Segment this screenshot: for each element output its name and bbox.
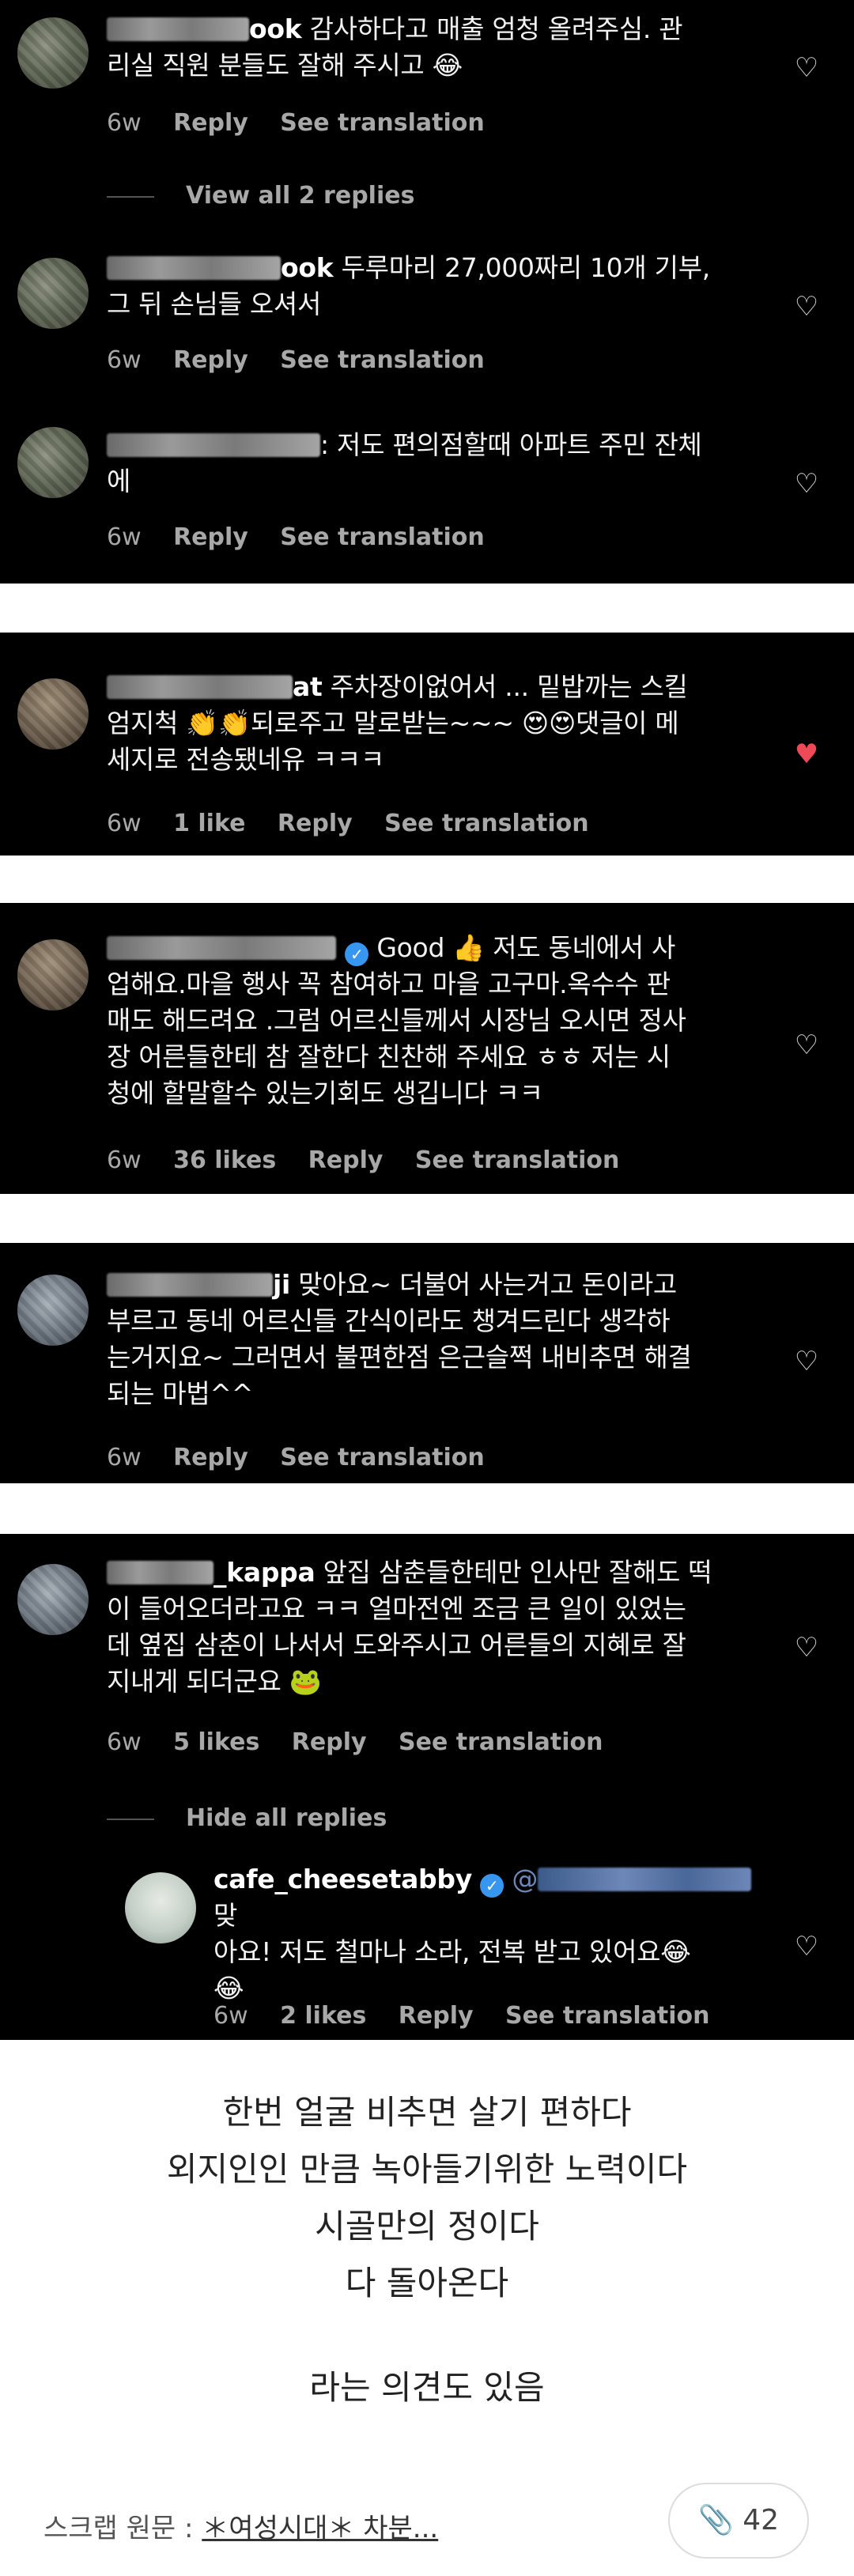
heart-filled-icon[interactable]: ♥ bbox=[791, 738, 822, 770]
comment-block-4: ji 맞아요~ 더불어 사는거고 돈이라고 부르고 동네 어르신들 간식이라도 … bbox=[0, 1243, 854, 1483]
avatar[interactable] bbox=[17, 1275, 89, 1346]
avatar[interactable] bbox=[17, 1564, 89, 1635]
comment-username[interactable]: ook bbox=[107, 13, 302, 44]
post-footer: 스크랩 원문 : ＊여성시대＊ 차분... 📎 42 bbox=[0, 2483, 854, 2570]
comment-age: 6w bbox=[107, 109, 142, 137]
comment-username[interactable]: _kappa bbox=[107, 1557, 316, 1588]
comment-meta: 6w 36 likes Reply See translation bbox=[107, 1145, 643, 1177]
heart-icon[interactable]: ♡ bbox=[791, 1632, 822, 1664]
thread-line bbox=[107, 195, 154, 198]
comment-meta: 6w Reply See translation bbox=[107, 1442, 508, 1474]
comment-username[interactable]: ji bbox=[107, 1269, 290, 1300]
comment-block-1: ook 감사하다고 매출 엄청 올려주심. 관 리실 직원 분들도 잘해 주시고… bbox=[0, 0, 854, 584]
avatar[interactable] bbox=[17, 427, 89, 498]
article-body: 한번 얼굴 비추면 살기 편하다 외지인인 만큼 녹아들기위한 노력이다 시골만… bbox=[0, 2038, 854, 2416]
reply-meta: 6w 2 likes Reply See translation bbox=[214, 2000, 733, 2032]
avatar[interactable] bbox=[17, 939, 89, 1010]
see-translation-button[interactable]: See translation bbox=[280, 1444, 484, 1471]
heart-icon[interactable]: ♡ bbox=[791, 468, 822, 500]
comment-age: 6w bbox=[214, 2002, 248, 2030]
reply-button[interactable]: Reply bbox=[308, 1146, 384, 1174]
article-line: 시골만의 정이다 bbox=[315, 2207, 539, 2246]
comment-age: 6w bbox=[107, 1444, 142, 1471]
paperclip-icon: 📎 bbox=[697, 2504, 734, 2536]
comment-meta: 6w Reply See translation bbox=[107, 522, 508, 553]
likes-count[interactable]: 36 likes bbox=[173, 1146, 276, 1174]
reply-button[interactable]: Reply bbox=[173, 109, 248, 137]
thread-line bbox=[107, 1818, 154, 1820]
see-translation-button[interactable]: See translation bbox=[384, 810, 588, 837]
view-replies-button[interactable]: View all 2 replies bbox=[107, 180, 414, 212]
see-translation-button[interactable]: See translation bbox=[280, 523, 484, 551]
comment-meta: 6w 1 like Reply See translation bbox=[107, 808, 613, 840]
heart-icon[interactable]: ♡ bbox=[791, 1346, 822, 1377]
scrap-count: 42 bbox=[743, 2504, 780, 2536]
comment-text: _kappa 앞집 삼춘들한테만 인사만 잘해도 떡 이 들어오더라고요 ㅋㅋ … bbox=[107, 1557, 712, 1697]
comment-meta: 6w 5 likes Reply See translation bbox=[107, 1727, 626, 1758]
see-translation-button[interactable]: See translation bbox=[280, 109, 484, 137]
article-line: 한번 얼굴 비추면 살기 편하다 bbox=[222, 2093, 632, 2132]
avatar[interactable] bbox=[17, 17, 89, 89]
comment-username[interactable]: ook bbox=[107, 252, 334, 283]
reply-text: cafe_cheesetabby ✓ @ 맞 아요! 저도 철마나 소라, 전복… bbox=[214, 1861, 767, 2007]
likes-count[interactable]: 1 like bbox=[173, 810, 245, 837]
avatar[interactable] bbox=[125, 1872, 196, 1943]
reply-button[interactable]: Reply bbox=[173, 1444, 248, 1471]
comment-username[interactable]: at bbox=[107, 671, 323, 702]
comment-text: ook 감사하다고 매출 엄청 올려주심. 관 리실 직원 분들도 잘해 주시고… bbox=[107, 13, 683, 81]
comment-meta: 6w Reply See translation bbox=[107, 345, 508, 376]
scrap-count-button[interactable]: 📎 42 bbox=[668, 2483, 809, 2559]
comment-text: ✓ Good 👍 저도 동네에서 사 업해요.마을 행사 꼭 참여하고 마을 고… bbox=[107, 932, 686, 1109]
comment-block-5: _kappa 앞집 삼춘들한테만 인사만 잘해도 떡 이 들어오더라고요 ㅋㅋ … bbox=[0, 1534, 854, 2040]
comment-age: 6w bbox=[107, 523, 142, 551]
scrap-link[interactable]: ＊여성시대＊ 차분... bbox=[202, 2513, 438, 2544]
comment-age: 6w bbox=[107, 346, 142, 374]
heart-icon[interactable]: ♡ bbox=[791, 291, 822, 323]
avatar[interactable] bbox=[17, 258, 89, 329]
reply-button[interactable]: Reply bbox=[173, 523, 248, 551]
reply-button[interactable]: Reply bbox=[292, 1728, 367, 1756]
likes-count[interactable]: 2 likes bbox=[280, 2002, 366, 2030]
comment-meta: 6w Reply See translation bbox=[107, 108, 508, 139]
see-translation-button[interactable]: See translation bbox=[505, 2002, 709, 2030]
reply-button[interactable]: Reply bbox=[399, 2002, 474, 2030]
reply-button[interactable]: Reply bbox=[173, 346, 248, 374]
article-closing: 라는 의견도 있음 bbox=[309, 2368, 545, 2407]
scrap-label: 스크랩 원문 : bbox=[43, 2513, 194, 2544]
mention-link[interactable]: @ bbox=[512, 1864, 752, 1894]
comment-username[interactable] bbox=[107, 429, 320, 460]
comment-text: : 저도 편의점할때 아파트 주민 잔체 에 bbox=[107, 429, 702, 497]
comment-age: 6w bbox=[107, 810, 142, 837]
comment-text: at 주차장이없어서 ... 밑밥까는 스킬 엄지척 👏👏되로주고 말로받는~~… bbox=[107, 671, 688, 775]
comment-text: ji 맞아요~ 더불어 사는거고 돈이라고 부르고 동네 어르신들 간식이라도 … bbox=[107, 1269, 692, 1409]
hide-replies-button[interactable]: Hide all replies bbox=[107, 1803, 387, 1834]
reply-button[interactable]: Reply bbox=[278, 810, 353, 837]
scrap-source: 스크랩 원문 : ＊여성시대＊ 차분... bbox=[43, 2506, 438, 2545]
comment-age: 6w bbox=[107, 1728, 142, 1756]
article-line: 다 돌아온다 bbox=[345, 2264, 509, 2302]
comment-text: ook 두루마리 27,000짜리 10개 기부, 그 뒤 손님들 오셔서 bbox=[107, 252, 710, 319]
see-translation-button[interactable]: See translation bbox=[280, 346, 484, 374]
verified-badge-icon: ✓ bbox=[345, 942, 369, 966]
article-line: 외지인인 만큼 녹아들기위한 노력이다 bbox=[166, 2150, 688, 2189]
verified-badge-icon: ✓ bbox=[480, 1874, 504, 1898]
likes-count[interactable]: 5 likes bbox=[173, 1728, 259, 1756]
see-translation-button[interactable]: See translation bbox=[415, 1146, 619, 1174]
avatar[interactable] bbox=[17, 678, 89, 750]
comment-block-3: ✓ Good 👍 저도 동네에서 사 업해요.마을 행사 꼭 참여하고 마을 고… bbox=[0, 903, 854, 1194]
heart-icon[interactable]: ♡ bbox=[791, 1931, 822, 1962]
comment-block-2: at 주차장이없어서 ... 밑밥까는 스킬 엄지척 👏👏되로주고 말로받는~~… bbox=[0, 633, 854, 856]
comment-username[interactable]: ✓ bbox=[107, 932, 369, 966]
comment-age: 6w bbox=[107, 1146, 142, 1174]
see-translation-button[interactable]: See translation bbox=[399, 1728, 603, 1756]
heart-icon[interactable]: ♡ bbox=[791, 1029, 822, 1061]
heart-icon[interactable]: ♡ bbox=[791, 52, 822, 84]
reply-username[interactable]: cafe_cheesetabby bbox=[214, 1864, 472, 1894]
